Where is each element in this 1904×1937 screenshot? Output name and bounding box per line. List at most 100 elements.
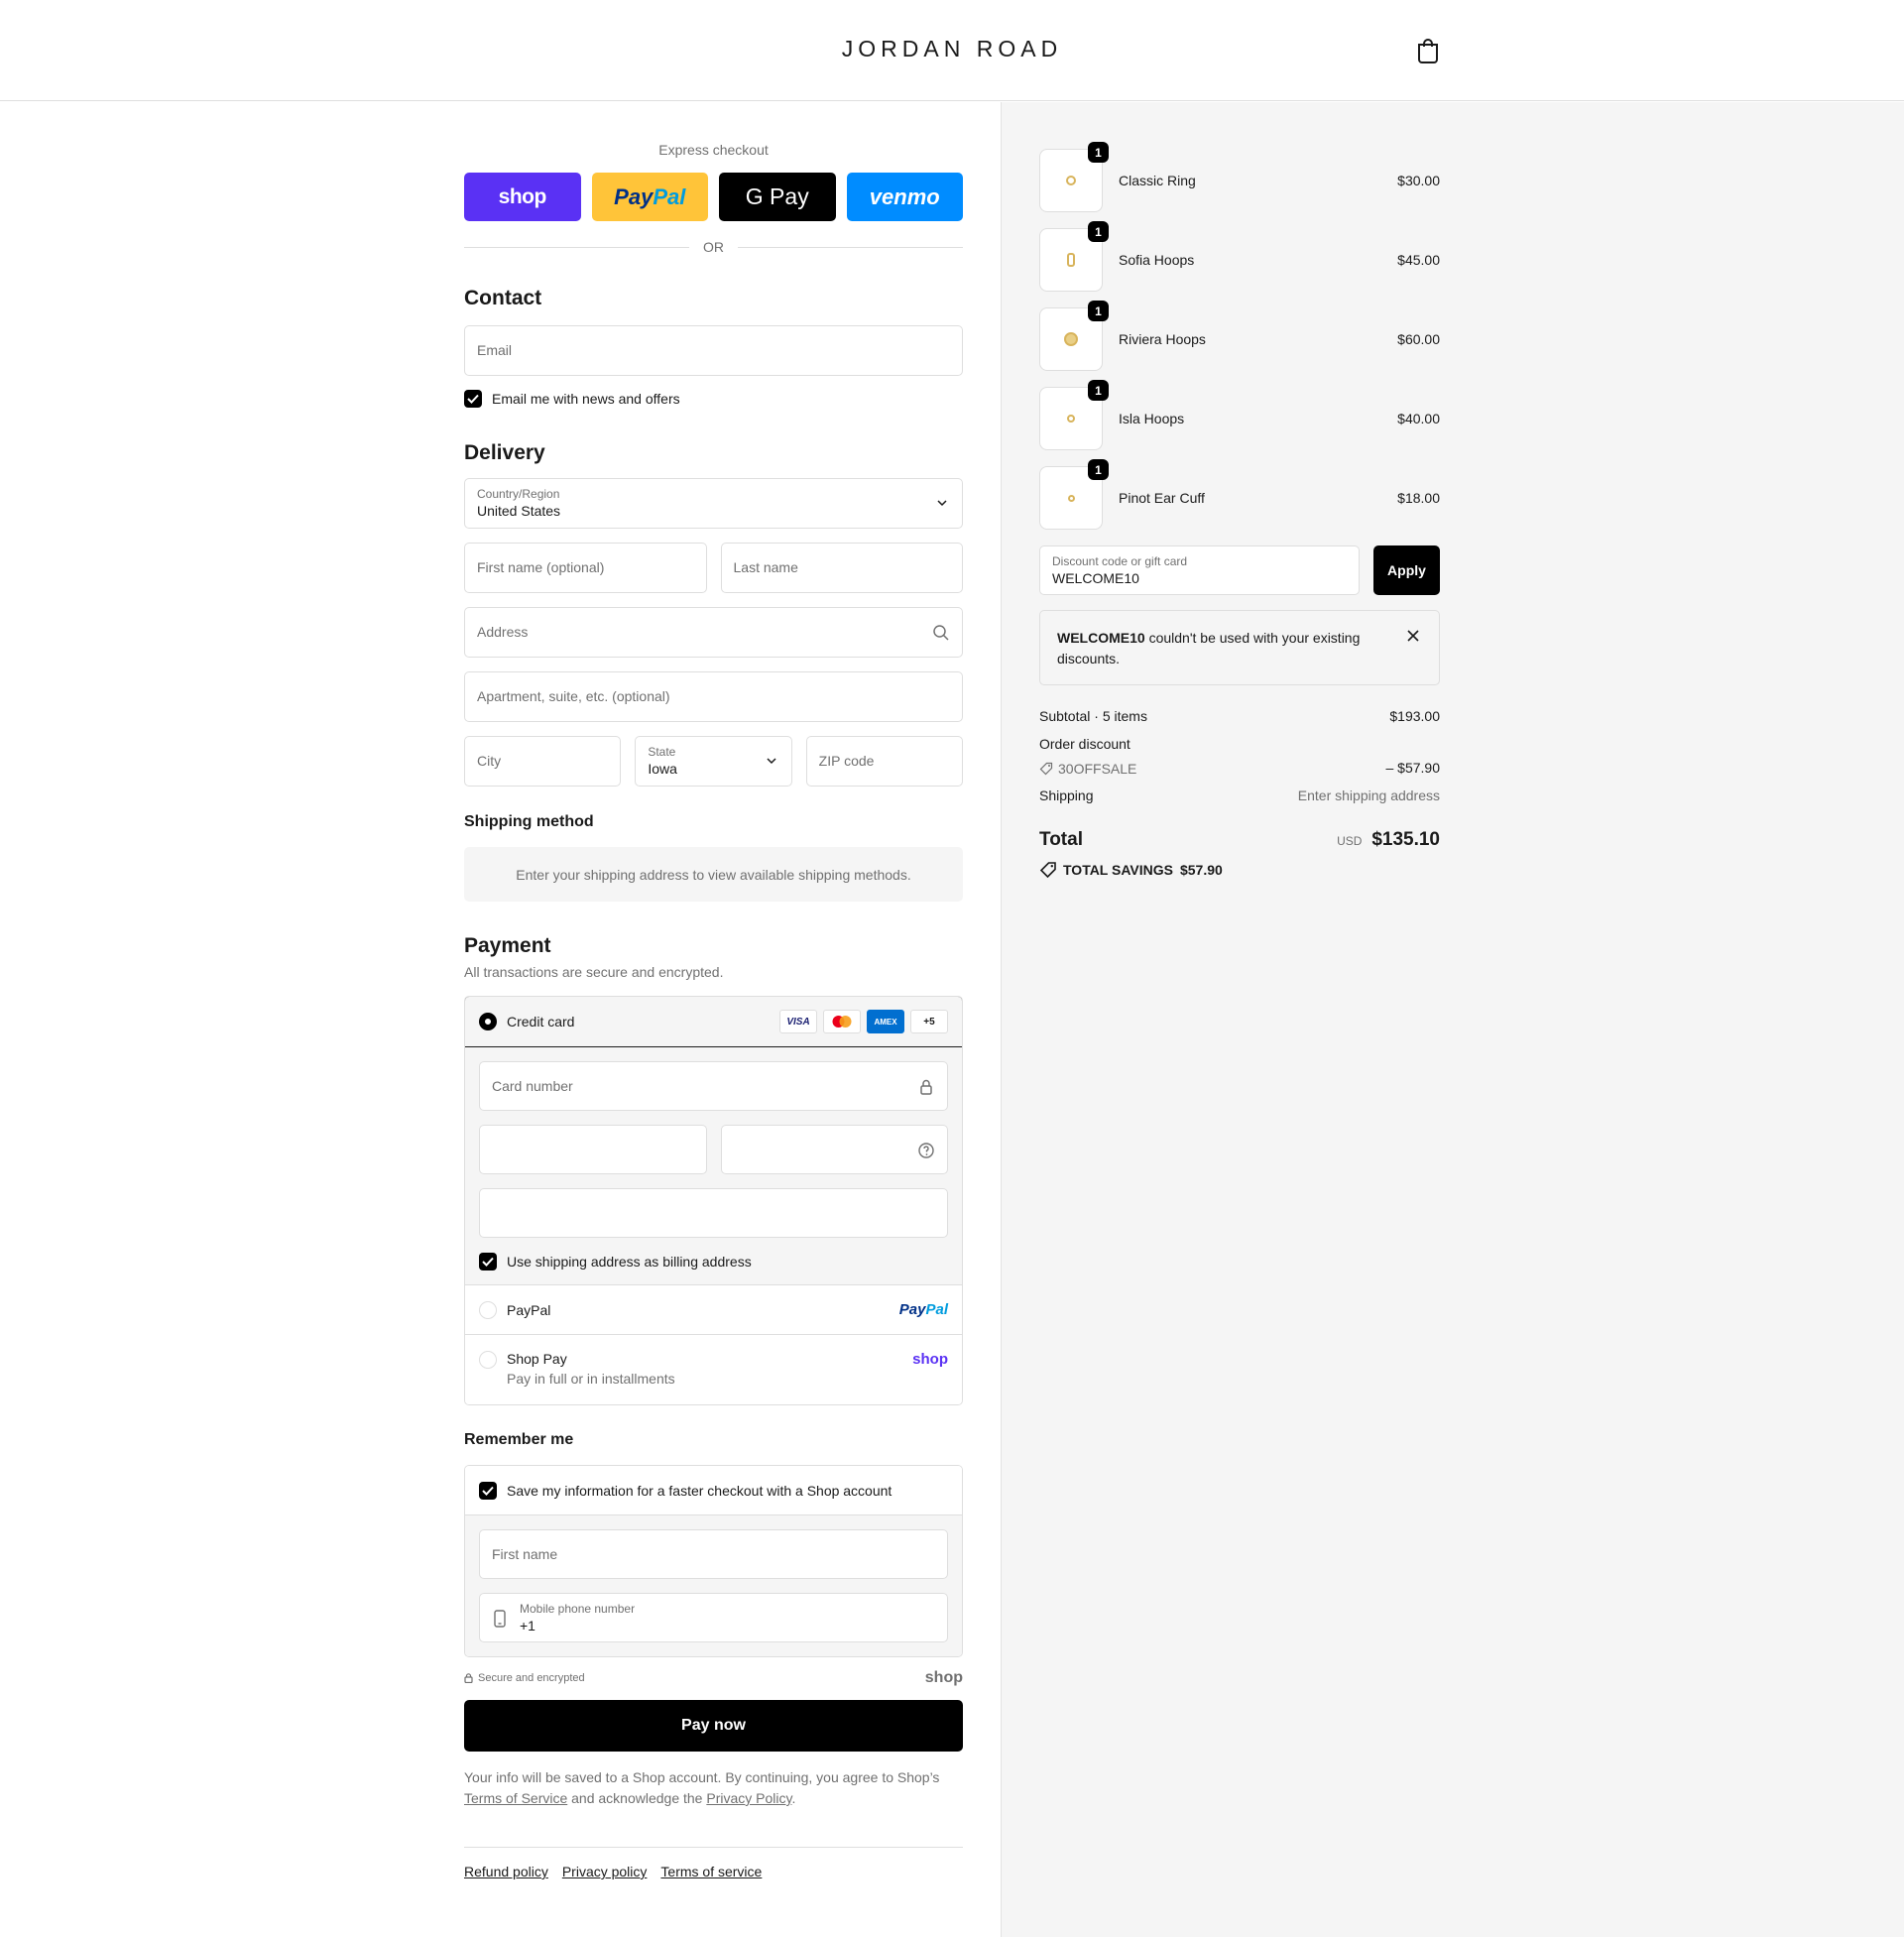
discount-code-field[interactable]: Discount code or gift card WELCOME10 [1039, 545, 1360, 595]
google-pay-button[interactable]: G Pay [719, 173, 836, 221]
payment-subtitle: All transactions are secure and encrypte… [464, 964, 724, 980]
notice-message: WELCOME10 couldn't be used with your exi… [1057, 628, 1374, 669]
city-field[interactable]: City [464, 736, 622, 787]
address-placeholder: Address [477, 624, 529, 640]
paypal-radio[interactable] [479, 1300, 497, 1319]
paypal-logo: PayPal [899, 1301, 948, 1318]
billing-checkbox-row[interactable]: Use shipping address as billing address [479, 1253, 948, 1271]
shop-first-name-field[interactable]: First name [479, 1529, 948, 1579]
order-discount-label: Order discount [1039, 736, 1130, 752]
discount-amount: – $57.90 [1385, 760, 1441, 776]
save-info-checkbox[interactable] [479, 1481, 497, 1500]
paypal-button[interactable]: Pay Pal [591, 173, 708, 221]
store-logo[interactable]: JORDAN ROAD [0, 36, 1904, 62]
country-label: Country/Region [477, 487, 560, 501]
name-on-card-field[interactable] [479, 1188, 948, 1238]
first-name-field[interactable]: First name (optional) [464, 543, 707, 593]
terms-of-service-link[interactable]: Terms of service [660, 1864, 762, 1879]
payment-heading: Payment [464, 934, 551, 957]
email-field[interactable]: Email [464, 325, 963, 376]
expiration-date-field[interactable] [479, 1125, 707, 1174]
refund-policy-link[interactable]: Refund policy [464, 1864, 548, 1879]
shipping-row: Shipping Enter shipping address [1039, 787, 1440, 805]
tag-icon [1039, 762, 1053, 776]
news-checkbox[interactable] [464, 390, 482, 408]
product-name: Riviera Hoops [1119, 331, 1206, 347]
quantity-badge: 1 [1088, 459, 1109, 480]
pay-now-button[interactable]: Pay now [464, 1700, 963, 1752]
footer-links: Refund policy Privacy policy Terms of se… [464, 1847, 963, 1879]
checkmark-icon [482, 1257, 494, 1267]
applied-discount: 30OFFSALE [1039, 760, 1136, 778]
country-select[interactable]: Country/Region United States [464, 478, 963, 529]
close-icon[interactable] [1407, 630, 1419, 642]
remember-me-heading: Remember me [464, 1431, 574, 1448]
save-info-row[interactable]: Save my information for a faster checkou… [465, 1466, 962, 1515]
hoop-image [1067, 415, 1075, 423]
or-label: OR [703, 239, 724, 255]
state-select[interactable]: State Iowa [635, 736, 792, 787]
shop-pay-button[interactable]: shop [464, 173, 581, 221]
delivery-heading: Delivery [464, 441, 545, 464]
mastercard-icon [823, 1010, 861, 1033]
subtotal-label: Subtotal · 5 items [1039, 708, 1147, 724]
card-number-placeholder: Card number [492, 1078, 573, 1094]
state-value: Iowa [648, 761, 677, 777]
apartment-field[interactable]: Apartment, suite, etc. (optional) [464, 671, 963, 722]
paypal-logo-text: Pay [614, 183, 654, 209]
zip-field[interactable]: ZIP code [805, 736, 963, 787]
product-thumbnail: 1 [1039, 301, 1109, 371]
legal-text-a: Your info will be saved to a Shop accoun… [464, 1769, 940, 1785]
currency-code: USD [1337, 834, 1363, 848]
security-code-field[interactable] [720, 1125, 948, 1174]
privacy-policy-link[interactable]: Privacy policy [562, 1864, 648, 1879]
phone-icon [494, 1610, 506, 1628]
shopping-bag-icon[interactable] [1416, 38, 1440, 63]
address-field[interactable]: Address [464, 607, 963, 658]
chevron-down-icon [937, 500, 947, 507]
mobile-phone-field[interactable]: Mobile phone number +1 [479, 1593, 948, 1642]
product-price: $45.00 [1397, 252, 1440, 268]
shop-terms-link[interactable]: Terms of Service [464, 1790, 567, 1806]
last-name-placeholder: Last name [733, 559, 798, 575]
billing-checkbox[interactable] [479, 1253, 497, 1271]
legal-text-c: . [791, 1790, 796, 1806]
save-info-label: Save my information for a faster checkou… [507, 1482, 892, 1499]
shop-privacy-link[interactable]: Privacy Policy [706, 1790, 791, 1806]
news-checkbox-row[interactable]: Email me with news and offers [464, 390, 963, 408]
product-name: Isla Hoops [1119, 411, 1185, 426]
order-discount-row: Order discount [1039, 736, 1440, 754]
apply-discount-button[interactable]: Apply [1373, 545, 1440, 595]
shop-pay-option[interactable]: Shop Pay Pay in full or in installments … [465, 1335, 962, 1404]
subtotal-row: Subtotal · 5 items $193.00 [1039, 708, 1440, 726]
zip-placeholder: ZIP code [818, 753, 875, 769]
card-number-field[interactable]: Card number [479, 1061, 948, 1111]
shop-pay-radio[interactable] [479, 1351, 497, 1369]
product-name: Pinot Ear Cuff [1119, 490, 1205, 506]
ring-image [1066, 176, 1076, 185]
state-label: State [648, 745, 676, 759]
search-icon [933, 625, 949, 641]
product-price: $30.00 [1397, 173, 1440, 188]
subtotal-value: $193.00 [1389, 708, 1440, 724]
shipping-method-heading: Shipping method [464, 813, 594, 830]
credit-card-option[interactable]: Credit card VISA AMEX +5 [465, 997, 962, 1047]
paypal-option[interactable]: PayPal PayPal [465, 1285, 962, 1335]
product-price: $18.00 [1397, 490, 1440, 506]
email-placeholder: Email [477, 342, 513, 358]
shipping-method-message: Enter your shipping address to view avai… [464, 847, 963, 902]
quantity-badge: 1 [1088, 142, 1109, 163]
divider-line [464, 246, 689, 248]
quantity-badge: 1 [1088, 301, 1109, 321]
secure-row: Secure and encrypted shop [464, 1669, 963, 1686]
help-icon[interactable] [917, 1142, 935, 1159]
product-name: Sofia Hoops [1119, 252, 1195, 268]
last-name-field[interactable]: Last name [720, 543, 963, 593]
or-divider: OR [464, 239, 963, 255]
paypal-option-label: PayPal [507, 1301, 551, 1318]
total-savings-label: TOTAL SAVINGS [1063, 862, 1173, 878]
paypal-logo-text-b: Pal [653, 183, 686, 209]
venmo-button[interactable]: venmo [846, 173, 963, 221]
product-thumbnail: 1 [1039, 142, 1109, 212]
credit-card-radio[interactable] [479, 1013, 497, 1030]
